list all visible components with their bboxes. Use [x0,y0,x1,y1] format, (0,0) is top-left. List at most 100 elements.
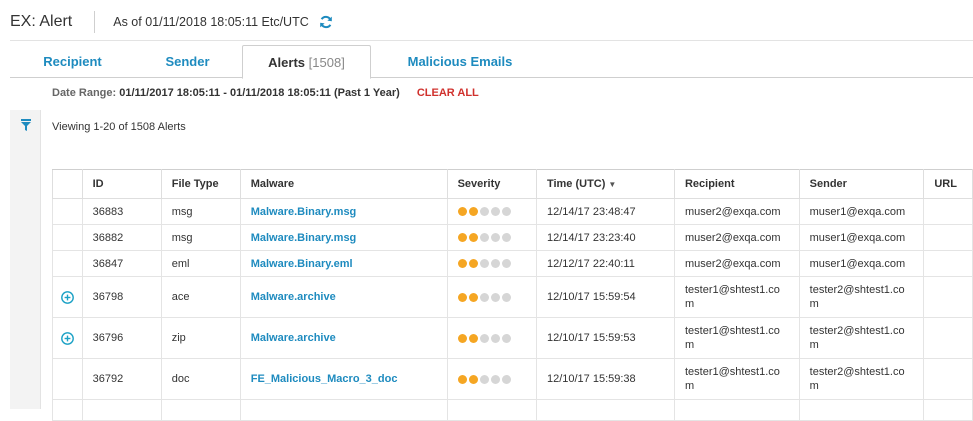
cell-id: 36883 [81,198,162,225]
expand-plus-icon[interactable] [60,290,74,304]
severity-dot-filled [468,233,478,243]
cell-file-type: doc [160,358,241,400]
severity-dot-filled [468,374,478,384]
cell-id-text: 36883 [92,205,124,218]
cell-id-text: 36798 [92,291,124,303]
table-cell [535,399,675,421]
severity-dot-empty [501,374,511,384]
sort-desc-icon: ▼ [608,180,617,189]
table-row[interactable]: 36792 doc FE_Malicious_Macro_3_doc 12/10/17… [52,358,973,400]
cell-time: 12/14/17 23:48:47 [535,198,675,225]
table-row[interactable]: 36883 msg Malware.Binary.msg 12/14/17 23:48… [52,198,973,225]
cell-sender: tester2@shtest1.com [798,276,925,318]
expand-cell [52,317,83,359]
severity-dot-empty [501,259,511,269]
cell-url [923,250,973,277]
expand-cell [52,198,83,225]
severity-dot-empty [479,374,489,384]
refresh-icon[interactable] [319,15,333,29]
severity-rating [457,374,511,384]
cell-time-text: 12/10/17 15:59:53 [546,332,636,344]
cell-file-type: zip [160,317,241,359]
severity-rating [457,259,511,269]
expand-cell [52,358,83,400]
cell-file-type: eml [160,250,241,277]
severity-dot-empty [490,259,500,269]
column-header-sender[interactable]: Sender [798,169,925,199]
table-row[interactable]: 36847 eml Malware.Binary.eml 12/12/17 22:40… [52,250,973,277]
cell-malware: Malware.archive [239,276,448,318]
severity-dot-filled [468,259,478,269]
table-header-row: ID File Type Malware Severity Time (UTC)… [52,169,973,199]
table-row[interactable]: 36798 ace Malware.archive 12/10/17 15:59:54… [52,276,973,318]
severity-dot-empty [501,333,511,343]
cell-recipient: muser2@exqa.com [673,250,800,277]
viewing-count: Viewing 1-20 of 1508 Alerts [52,121,186,133]
table-row[interactable]: 36882 msg Malware.Binary.msg 12/14/17 23:23… [52,224,973,251]
severity-dot-empty [479,233,489,243]
cell-id: 36882 [81,224,162,251]
tab-alerts[interactable]: Alerts [1508] [242,45,371,79]
funnel-icon[interactable] [20,118,32,132]
cell-id: 36798 [81,276,162,318]
malware-link[interactable]: Malware.archive [251,332,336,344]
cell-file-type: ace [160,276,241,318]
cell-malware: Malware.archive [239,317,448,359]
column-header-file-type[interactable]: File Type [160,169,241,199]
cell-id-text: 36882 [92,231,124,244]
column-header-severity[interactable]: Severity [446,169,537,199]
cell-url [923,358,973,400]
cell-time: 12/14/17 23:23:40 [535,224,675,251]
cell-recipient: tester1@shtest1.com [673,317,800,359]
as-of-timestamp: As of 01/11/2018 18:05:11 Etc/UTC [113,15,309,29]
cell-sender: muser1@exqa.com [798,198,925,225]
malware-link[interactable]: Malware.Binary.eml [251,258,353,270]
cell-severity [446,317,537,359]
cell-file-type: msg [160,198,241,225]
cell-malware: Malware.Binary.msg [239,198,448,225]
tab-sender[interactable]: Sender [135,45,240,77]
tab-bar: Recipient Sender Alerts [1508] Malicious… [10,45,973,79]
cell-sender: muser1@exqa.com [798,224,925,251]
cell-id: 36847 [81,250,162,277]
malware-link[interactable]: Malware.Binary.msg [251,232,357,244]
expand-plus-icon[interactable] [60,331,74,345]
malware-link[interactable]: Malware.archive [251,291,336,303]
column-header-id[interactable]: ID [81,169,162,199]
severity-dot-filled [468,207,478,217]
cell-file-type-text: zip [171,332,186,344]
table-cell [798,399,925,421]
clear-all-button[interactable]: CLEAR ALL [417,87,479,99]
date-range-label: Date Range: [52,87,117,99]
page-header: EX: Alert As of 01/11/2018 18:05:11 Etc/… [10,10,333,34]
column-header-time[interactable]: Time (UTC) ▼ [535,169,675,199]
severity-dot-empty [501,233,511,243]
severity-dot-empty [501,207,511,217]
expand-cell [52,224,83,251]
tab-malicious-emails[interactable]: Malicious Emails [380,45,540,77]
malware-link[interactable]: Malware.Binary.msg [251,206,357,218]
severity-dot-empty [479,292,489,302]
table-row[interactable]: 36796 zip Malware.archive 12/10/17 15:59:53… [52,317,973,359]
cell-url [923,224,973,251]
cell-time-text: 12/10/17 15:59:38 [546,373,636,385]
table-cell [160,399,241,421]
cell-severity [446,276,537,318]
cell-id-text: 36792 [92,373,124,385]
malware-link[interactable]: FE_Malicious_Macro_3_doc [251,373,398,385]
filter-sidebar [10,110,41,409]
cell-sender: muser1@exqa.com [798,250,925,277]
cell-recipient: tester1@shtest1.com [673,276,800,318]
cell-recipient-text: tester1@shtest1.com [684,284,780,310]
column-header-url[interactable]: URL [923,169,973,199]
header-rule [10,40,973,41]
cell-recipient-text: tester1@shtest1.com [684,325,780,351]
tab-recipient[interactable]: Recipient [10,45,135,77]
cell-recipient-text: muser2@exqa.com [684,231,781,244]
column-header-malware[interactable]: Malware [239,169,448,199]
cell-recipient: muser2@exqa.com [673,224,800,251]
column-header-recipient[interactable]: Recipient [673,169,800,199]
severity-dot-empty [490,292,500,302]
severity-dot-empty [490,207,500,217]
cell-file-type-text: doc [171,373,190,385]
